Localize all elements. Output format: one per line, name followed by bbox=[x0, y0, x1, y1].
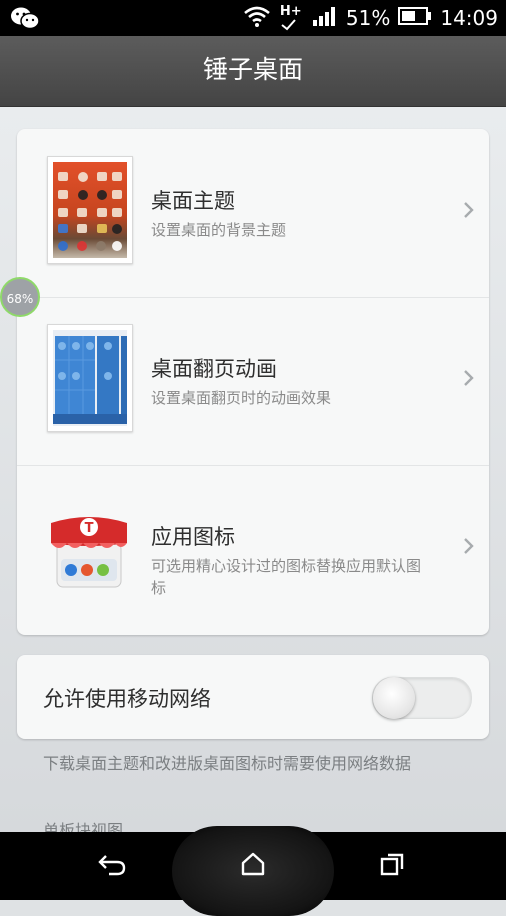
battery-percent: 51% bbox=[345, 6, 391, 30]
network-type-label: H+ bbox=[279, 4, 302, 19]
mobile-network-card: 允许使用移动网络 bbox=[17, 655, 489, 739]
desktop-theme-title: 桌面主题 bbox=[151, 189, 235, 213]
page-flip-animation-item[interactable]: 桌面翻页动画 设置桌面翻页时的动画效果 bbox=[17, 297, 489, 466]
settings-content[interactable]: 桌面主题 设置桌面的背景主题 桌面翻页动画 设置桌面翻页时的动画效果 T 应用图… bbox=[0, 107, 506, 832]
section-heading-single-view: 单板块视图 bbox=[43, 821, 124, 832]
battery-icon bbox=[398, 7, 432, 29]
toggle-knob[interactable] bbox=[373, 677, 415, 719]
clock: 14:09 bbox=[440, 6, 498, 30]
svg-text:T: T bbox=[85, 521, 94, 536]
back-button[interactable] bbox=[92, 850, 132, 882]
page-title: 锤子桌面 bbox=[202, 55, 303, 84]
signal-icon bbox=[312, 6, 338, 30]
chevron-right-icon bbox=[463, 369, 475, 391]
recent-apps-icon bbox=[380, 852, 406, 880]
home-button[interactable] bbox=[233, 850, 273, 882]
app-icons-subtitle: 可选用精心设计过的图标替换应用默认图标 bbox=[151, 557, 422, 597]
recent-apps-button[interactable] bbox=[373, 850, 413, 882]
app-icon-store-icon: T bbox=[47, 509, 131, 593]
page-flip-subtitle: 设置桌面翻页时的动画效果 bbox=[151, 389, 332, 407]
navigation-bar bbox=[0, 826, 506, 916]
mobile-network-description: 下载桌面主题和改进版桌面图标时需要使用网络数据 bbox=[43, 754, 412, 773]
wifi-icon bbox=[242, 4, 272, 32]
title-bar: 锤子桌面 bbox=[0, 36, 506, 107]
back-icon bbox=[97, 852, 127, 880]
chevron-right-icon bbox=[463, 201, 475, 223]
desktop-settings-card: 桌面主题 设置桌面的背景主题 桌面翻页动画 设置桌面翻页时的动画效果 T 应用图… bbox=[17, 129, 489, 635]
network-type-icon: H+ bbox=[280, 4, 304, 32]
desktop-theme-thumbnail-icon bbox=[47, 156, 133, 264]
desktop-theme-subtitle: 设置桌面的背景主题 bbox=[151, 221, 287, 239]
app-icons-item[interactable]: T 应用图标 可选用精心设计过的图标替换应用默认图标 bbox=[17, 465, 489, 633]
chevron-right-icon bbox=[463, 537, 475, 559]
memory-usage-label: 68% bbox=[6, 292, 34, 306]
status-bar: H+ 51% 14:09 bbox=[0, 0, 506, 36]
wechat-notification-icon bbox=[10, 6, 40, 34]
mobile-network-label: 允许使用移动网络 bbox=[43, 687, 211, 711]
page-flip-title: 桌面翻页动画 bbox=[151, 357, 277, 381]
mobile-network-toggle[interactable] bbox=[372, 677, 472, 719]
page-flip-thumbnail-icon bbox=[47, 324, 133, 432]
desktop-theme-item[interactable]: 桌面主题 设置桌面的背景主题 bbox=[17, 129, 489, 298]
app-icons-title: 应用图标 bbox=[151, 525, 235, 549]
home-icon bbox=[240, 852, 266, 880]
memory-usage-bubble[interactable]: 68% bbox=[0, 277, 40, 317]
